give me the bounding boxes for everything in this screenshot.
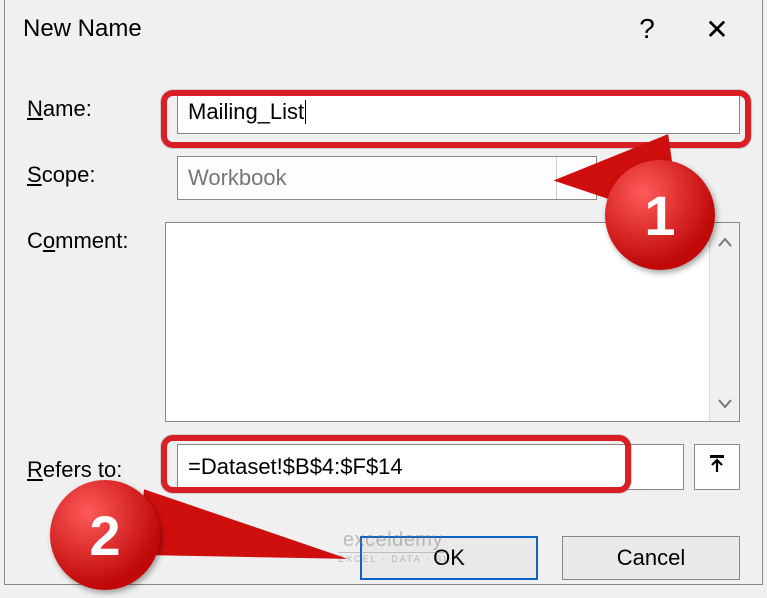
collapse-dialog-button[interactable] (694, 444, 740, 490)
text-caret (305, 100, 306, 124)
help-icon: ? (639, 13, 655, 45)
name-control: Mailing_List (177, 90, 740, 134)
cancel-button[interactable]: Cancel (562, 536, 740, 580)
scope-value: Workbook (188, 165, 287, 191)
refers-label: Refers to: (27, 451, 177, 483)
callout-number-2: 2 (89, 503, 120, 568)
refers-control (177, 444, 740, 490)
close-icon: ✕ (705, 13, 728, 46)
name-input-value: Mailing_List (188, 99, 304, 125)
comment-label: Comment: (27, 222, 165, 254)
name-row: Name: Mailing_List (27, 90, 740, 134)
scope-label: Scope: (27, 156, 177, 188)
chevron-up-icon (718, 229, 732, 253)
ok-button-label: OK (433, 545, 465, 571)
callout-bubble-2: 2 (50, 480, 160, 590)
ok-button[interactable]: OK (360, 536, 538, 580)
callout-bubble-1: 1 (605, 160, 715, 270)
dialog-title: New Name (23, 15, 612, 43)
name-input[interactable]: Mailing_List (177, 90, 740, 134)
refers-input[interactable] (177, 444, 684, 490)
collapse-dialog-icon (707, 454, 727, 480)
scope-select[interactable]: Workbook (177, 156, 597, 200)
chevron-down-icon (718, 391, 732, 415)
close-button[interactable]: ✕ (682, 0, 752, 58)
comment-scrollbar[interactable] (709, 223, 739, 421)
callout-number-1: 1 (644, 183, 675, 248)
cancel-button-label: Cancel (617, 545, 685, 571)
dialog-body: Name: Mailing_List Scope: Workbook (5, 58, 762, 530)
name-label: Name: (27, 90, 177, 122)
refers-row: Refers to: (27, 444, 740, 490)
titlebar: New Name ? ✕ (5, 0, 762, 58)
help-button[interactable]: ? (612, 0, 682, 58)
